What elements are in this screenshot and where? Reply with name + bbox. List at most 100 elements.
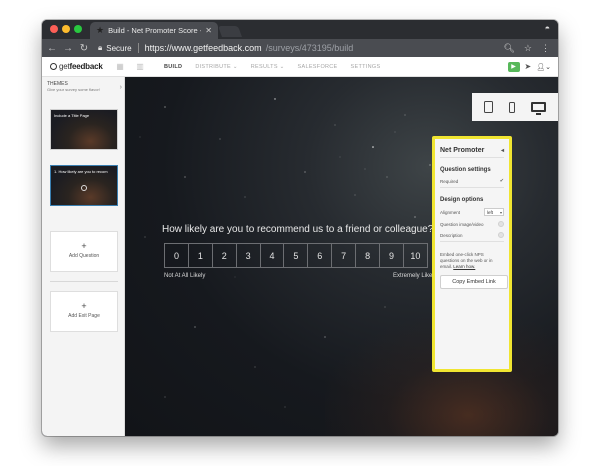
score-option[interactable]: 5 bbox=[283, 243, 309, 268]
bar-chart-icon[interactable]: ▥ bbox=[130, 62, 150, 71]
phone-icon[interactable] bbox=[509, 101, 515, 113]
alignment-label: Alignment bbox=[440, 209, 461, 215]
tab-title: Build - Net Promoter Score - bbox=[108, 26, 202, 35]
tab-strip: ★ Build - Net Promoter Score - ✕ ◓ bbox=[42, 20, 558, 39]
question-dot-icon bbox=[81, 185, 87, 191]
thumbnail-label: 1. How likely are you to recom bbox=[54, 169, 108, 174]
required-row[interactable]: Required ✔ bbox=[440, 178, 504, 184]
grid-icon[interactable]: ▦ bbox=[110, 62, 130, 71]
alignment-select[interactable]: left ▾ bbox=[484, 208, 504, 216]
secure-label: Secure bbox=[106, 43, 132, 53]
question-settings-heading: Question settings bbox=[440, 167, 491, 173]
add-exit-page-label: Add Exit Page bbox=[68, 313, 100, 319]
close-icon[interactable]: ✕ bbox=[205, 26, 212, 35]
chevron-right-icon: › bbox=[119, 84, 122, 91]
copy-embed-link-button[interactable]: Copy Embed Link bbox=[440, 275, 508, 289]
minimize-window-button[interactable] bbox=[62, 25, 70, 33]
title-page-thumbnail[interactable]: Include a Title Page bbox=[50, 109, 118, 150]
user-menu-icon[interactable]: 👤︎⌄ bbox=[536, 63, 551, 71]
sidebar-divider bbox=[50, 281, 118, 282]
send-icon[interactable]: ➤ bbox=[525, 62, 532, 71]
add-question-label: Add Question bbox=[68, 253, 100, 259]
forward-icon[interactable]: → bbox=[62, 43, 74, 54]
question-page-thumbnail[interactable]: 1. How likely are you to recom bbox=[50, 165, 118, 206]
new-tab-button[interactable] bbox=[217, 26, 243, 37]
scale-high-label[interactable]: Extremely Likely bbox=[393, 273, 437, 279]
browser-tab[interactable]: ★ Build - Net Promoter Score - ✕ bbox=[90, 22, 218, 39]
main-nav: BUILD DISTRIBUTE ⌄ RESULTS ⌄ SALESFORCE … bbox=[164, 64, 380, 70]
bookmark-star-icon[interactable]: ☆ bbox=[524, 43, 532, 54]
question-image-row[interactable]: Question image/video bbox=[440, 221, 504, 227]
panel-divider bbox=[440, 187, 504, 188]
nav-settings[interactable]: SETTINGS bbox=[351, 64, 381, 70]
description-row[interactable]: Description bbox=[440, 232, 504, 238]
nav-distribute[interactable]: DISTRIBUTE ⌄ bbox=[195, 64, 237, 70]
score-option[interactable]: 8 bbox=[355, 243, 381, 268]
alignment-row: Alignment left ▾ bbox=[440, 208, 504, 216]
tablet-icon[interactable] bbox=[484, 101, 493, 113]
desktop-icon[interactable] bbox=[531, 102, 546, 115]
url-host: https://www.getfeedback.com bbox=[144, 43, 262, 53]
score-option[interactable]: 3 bbox=[235, 243, 261, 268]
design-options-heading: Design options bbox=[440, 197, 484, 203]
plus-icon: + bbox=[81, 301, 87, 311]
incognito-icon[interactable]: ◓ bbox=[545, 23, 550, 33]
getfeedback-logo[interactable]: getfeedback bbox=[50, 62, 110, 71]
alignment-value: left bbox=[487, 209, 494, 215]
preview-button[interactable]: ▶ bbox=[507, 61, 520, 72]
add-exit-page-button[interactable]: + Add Exit Page bbox=[50, 291, 118, 332]
nps-scale: 0 1 2 3 4 5 6 7 8 9 10 bbox=[164, 243, 428, 268]
score-option[interactable]: 2 bbox=[211, 243, 237, 268]
panel-title-text: Net Promoter bbox=[440, 147, 485, 154]
chevron-down-icon: ▾ bbox=[499, 209, 502, 215]
device-preview-bar bbox=[472, 93, 558, 121]
embed-description: Embed one-click NPS questions on the web… bbox=[440, 252, 504, 270]
score-option[interactable]: 1 bbox=[187, 243, 213, 268]
scale-low-label[interactable]: Not At All Likely bbox=[164, 273, 205, 279]
checkmark-icon[interactable]: ✔ bbox=[500, 178, 504, 184]
themes-section[interactable]: THEMES Give your survey some flavor! › bbox=[47, 81, 122, 92]
score-option[interactable]: 0 bbox=[164, 243, 189, 268]
panel-divider bbox=[440, 241, 504, 242]
reload-icon[interactable]: ↻ bbox=[78, 43, 90, 54]
nav-salesforce[interactable]: SALESFORCE bbox=[298, 64, 338, 70]
nav-build[interactable]: BUILD bbox=[164, 64, 182, 70]
url-field[interactable]: 🔒︎ Secure https://www.getfeedback.com/su… bbox=[98, 43, 503, 53]
required-label: Required bbox=[440, 178, 459, 184]
question-settings-panel: Net Promoter ◂ Question settings Require… bbox=[432, 136, 512, 372]
app-header: getfeedback ▦ ▥ BUILD DISTRIBUTE ⌄ RESUL… bbox=[42, 57, 558, 77]
add-question-button[interactable]: + Add Question bbox=[50, 231, 118, 272]
url-path: /surveys/473195/build bbox=[265, 43, 354, 53]
star-icon: ★ bbox=[96, 25, 105, 35]
browser-window: ★ Build - Net Promoter Score - ✕ ◓ ← → ↻… bbox=[42, 20, 558, 436]
question-image-label: Question image/video bbox=[440, 221, 484, 227]
maximize-window-button[interactable] bbox=[74, 25, 82, 33]
score-option[interactable]: 4 bbox=[259, 243, 285, 268]
url-separator bbox=[137, 43, 139, 53]
menu-icon[interactable]: ⋮ bbox=[541, 43, 550, 54]
close-window-button[interactable] bbox=[50, 25, 58, 33]
logo-mark-icon bbox=[50, 63, 57, 70]
score-option[interactable]: 7 bbox=[331, 243, 357, 268]
description-label: Description bbox=[440, 232, 463, 238]
panel-divider bbox=[440, 157, 504, 158]
score-option[interactable]: 9 bbox=[379, 243, 404, 268]
learn-how-link[interactable]: Learn how. bbox=[453, 264, 475, 269]
back-icon[interactable]: ← bbox=[46, 43, 58, 54]
question-image-toggle[interactable] bbox=[498, 221, 504, 227]
question-text[interactable]: How likely are you to recommend us to a … bbox=[162, 224, 433, 235]
thumbnail-label: Include a Title Page bbox=[54, 113, 90, 118]
collapse-icon[interactable]: ◂ bbox=[501, 147, 504, 154]
address-bar: ← → ↻ 🔒︎ Secure https://www.getfeedback.… bbox=[42, 39, 558, 57]
themes-subtitle: Give your survey some flavor! bbox=[47, 87, 100, 92]
panel-title: Net Promoter ◂ bbox=[440, 147, 504, 154]
description-toggle[interactable] bbox=[498, 232, 504, 238]
score-option[interactable]: 6 bbox=[307, 243, 333, 268]
lock-icon: 🔒︎ bbox=[98, 43, 103, 52]
score-option[interactable]: 10 bbox=[402, 243, 428, 268]
nav-results[interactable]: RESULTS ⌄ bbox=[251, 64, 285, 70]
logo-prefix: get bbox=[59, 62, 70, 71]
zoom-icon[interactable]: 🔍︎ bbox=[503, 43, 514, 54]
logo-suffix: feedback bbox=[69, 62, 103, 71]
plus-icon: + bbox=[81, 241, 87, 251]
